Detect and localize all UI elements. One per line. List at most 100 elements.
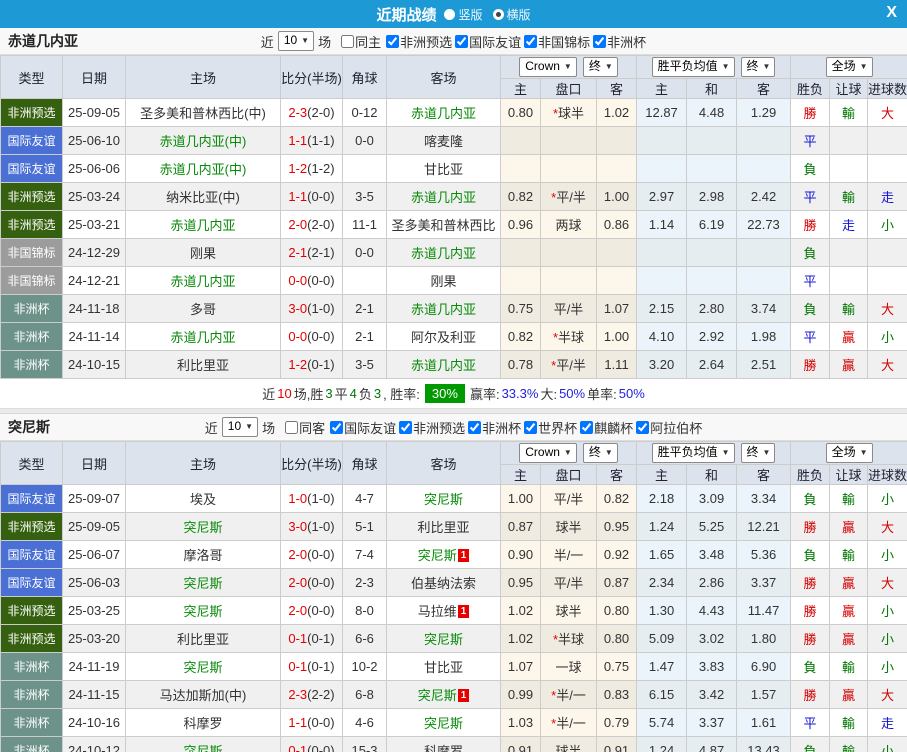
away-odds-cell bbox=[595, 238, 638, 267]
checkbox-icon[interactable] bbox=[580, 420, 594, 434]
match-date-cell: 25-03-20 bbox=[62, 624, 126, 653]
filter-checkbox-非洲预选[interactable]: 非洲预选 bbox=[399, 418, 465, 437]
wdl-average-select[interactable]: 胜平负均值 bbox=[651, 57, 735, 77]
home-odds-cell: 0.91 bbox=[500, 736, 541, 752]
checkbox-icon[interactable] bbox=[468, 420, 482, 434]
avg-draw-cell bbox=[686, 154, 738, 183]
live-handicap-marker: * bbox=[552, 632, 559, 647]
wdl-result-cell: 負 bbox=[790, 238, 831, 267]
away-odds-cell: 1.07 bbox=[595, 294, 638, 323]
score-cell: 1-0(1-0) bbox=[280, 484, 343, 513]
checkbox-icon[interactable] bbox=[386, 34, 400, 48]
close-icon[interactable]: X bbox=[886, 3, 897, 23]
away-team-cell: 阿尔及利亚 bbox=[386, 322, 501, 351]
odds-group-header: Crown终 bbox=[499, 441, 638, 465]
handicap-cell: 球半 bbox=[540, 512, 597, 541]
filter-checkbox-麒麟杯[interactable]: 麒麟杯 bbox=[580, 418, 633, 437]
halftime-score: (0-0) bbox=[307, 547, 335, 562]
filter-checkbox-same[interactable]: 同主 bbox=[341, 32, 381, 51]
filter-checkbox-非洲杯[interactable]: 非洲杯 bbox=[468, 418, 521, 437]
checkbox-icon[interactable] bbox=[593, 34, 607, 48]
filter-checkbox-国际友谊[interactable]: 国际友谊 bbox=[330, 418, 396, 437]
checkbox-icon[interactable] bbox=[399, 420, 413, 434]
score-cell: 1-2(1-2) bbox=[280, 154, 343, 183]
radio-vertical-layout[interactable]: 竖版 bbox=[444, 6, 483, 23]
wdl-result-cell: 平 bbox=[790, 322, 831, 351]
home-odds-cell: 0.80 bbox=[500, 98, 541, 127]
checkbox-icon[interactable] bbox=[341, 34, 355, 48]
team-name-text: 马达加斯加(中) bbox=[159, 688, 247, 703]
away-odds-cell: 0.86 bbox=[595, 210, 638, 239]
match-date-cell: 25-03-21 bbox=[62, 210, 126, 239]
avg-away-cell bbox=[736, 238, 792, 267]
checkbox-icon[interactable] bbox=[285, 420, 299, 434]
team-name-text: 利比里亚 bbox=[176, 632, 229, 647]
match-date-cell: 24-12-21 bbox=[62, 266, 126, 295]
final-select[interactable]: 终 bbox=[740, 443, 776, 463]
corner-cell: 4-7 bbox=[342, 484, 387, 513]
handicap-cell bbox=[540, 126, 597, 155]
avg-home-cell: 2.18 bbox=[636, 484, 688, 513]
away-team-cell: 圣多美和普林西比 bbox=[386, 210, 501, 239]
team-name-text: 赤道几内亚 bbox=[410, 106, 476, 121]
col-header-corner: 角球 bbox=[342, 55, 387, 99]
handicap-result-cell: 贏 bbox=[829, 350, 869, 379]
match-count-select[interactable]: 10 bbox=[277, 31, 315, 51]
home-team-cell: 突尼斯 bbox=[125, 596, 281, 625]
col-header-corner: 角球 bbox=[342, 441, 387, 485]
home-team-cell: 突尼斯 bbox=[125, 736, 281, 752]
score-cell: 1-2(0-1) bbox=[280, 350, 343, 379]
filter-checkbox-国际友谊[interactable]: 国际友谊 bbox=[455, 32, 521, 51]
away-team-cell: 甘比亚 bbox=[386, 154, 501, 183]
corner-cell: 5-1 bbox=[342, 512, 387, 541]
checkbox-icon[interactable] bbox=[524, 34, 538, 48]
wdl-result-cell: 負 bbox=[790, 736, 831, 752]
filter-checkbox-世界杯[interactable]: 世界杯 bbox=[524, 418, 577, 437]
radio-horizontal-layout[interactable]: 横版 bbox=[492, 6, 531, 23]
fulltime-select[interactable]: 全场 bbox=[825, 57, 873, 77]
fulltime-score: 1-1 bbox=[288, 715, 308, 730]
filter-checkbox-非洲杯[interactable]: 非洲杯 bbox=[593, 32, 646, 51]
final-select[interactable]: 终 bbox=[740, 57, 776, 77]
team-name-text: 伯基纳法索 bbox=[410, 576, 476, 591]
checkbox-icon[interactable] bbox=[636, 420, 650, 434]
checkbox-icon[interactable] bbox=[330, 420, 344, 434]
filter-checkbox-非洲预选[interactable]: 非洲预选 bbox=[386, 32, 452, 51]
avg-home-cell bbox=[636, 126, 688, 155]
final-select[interactable]: 终 bbox=[582, 57, 618, 77]
away-odds-cell: 0.80 bbox=[595, 596, 638, 625]
goals-result-cell: 大 bbox=[867, 568, 907, 597]
handicap-cell: 两球 bbox=[540, 210, 597, 239]
checkbox-icon[interactable] bbox=[524, 420, 538, 434]
avg-draw-cell: 4.43 bbox=[686, 596, 738, 625]
filter-checkbox-阿拉伯杯[interactable]: 阿拉伯杯 bbox=[636, 418, 702, 437]
handicap-cell: 一球 bbox=[540, 652, 597, 681]
col-header-type: 类型 bbox=[0, 441, 63, 485]
handicap-result-cell: 輸 bbox=[829, 182, 869, 211]
radio-icon[interactable] bbox=[492, 8, 504, 20]
sub-header-avg-home: 主 bbox=[636, 464, 688, 485]
match-row: 非洲预选 25-03-20 利比里亚 0-1(0-1) 6-6 突尼斯 1.02 *半球 0.8… bbox=[0, 624, 907, 653]
match-type-cell: 非洲杯 bbox=[0, 350, 63, 379]
wdl-result-cell: 負 bbox=[790, 484, 831, 513]
corner-cell: 0-12 bbox=[342, 98, 387, 127]
away-odds-cell bbox=[595, 154, 638, 183]
corner-cell: 6-6 bbox=[342, 624, 387, 653]
checkbox-icon[interactable] bbox=[455, 34, 469, 48]
wdl-average-select[interactable]: 胜平负均值 bbox=[651, 443, 735, 463]
halftime-score: (0-0) bbox=[307, 575, 335, 590]
avg-home-cell: 1.30 bbox=[636, 596, 688, 625]
bookmaker-select[interactable]: Crown bbox=[519, 57, 577, 77]
team-name-text: 纳米比亚(中) bbox=[166, 190, 240, 205]
filter-checkbox-非国锦标[interactable]: 非国锦标 bbox=[524, 32, 590, 51]
match-count-select[interactable]: 10 bbox=[221, 417, 259, 437]
match-row: 非洲杯 24-11-15 马达加斯加(中) 2-3(2-2) 6-8 突尼斯 1 0.99 *半… bbox=[0, 680, 907, 709]
halftime-score: (2-2) bbox=[307, 687, 335, 702]
handicap-result-cell bbox=[829, 238, 869, 267]
radio-icon[interactable] bbox=[444, 8, 456, 20]
filter-checkbox-same[interactable]: 同客 bbox=[285, 418, 325, 437]
final-select[interactable]: 终 bbox=[582, 443, 618, 463]
fulltime-select[interactable]: 全场 bbox=[825, 443, 873, 463]
match-row: 国际友谊 25-06-07 摩洛哥 2-0(0-0) 7-4 突尼斯 1 0.90 半/一 0.9… bbox=[0, 540, 907, 569]
bookmaker-select[interactable]: Crown bbox=[519, 443, 577, 463]
